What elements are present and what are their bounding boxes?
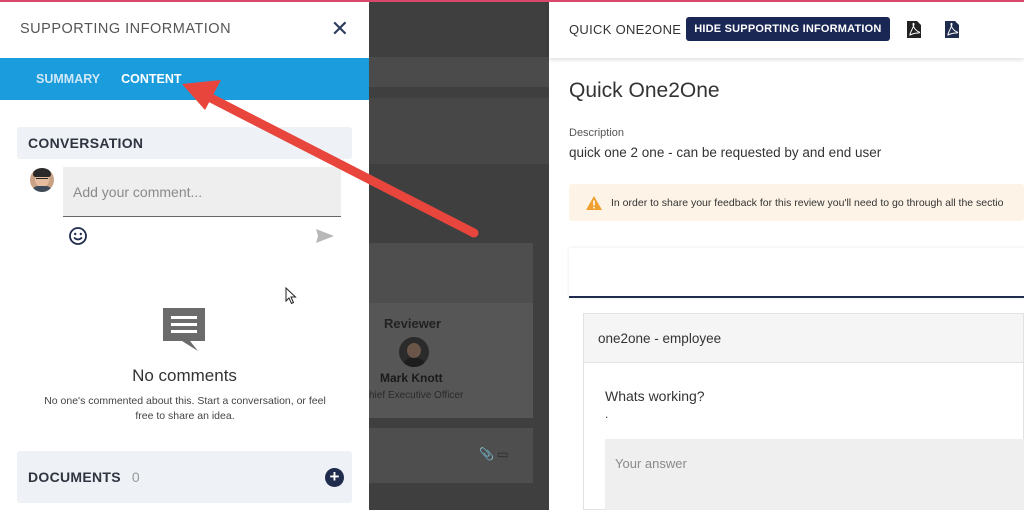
- tab-summary[interactable]: SUMMARY: [36, 72, 100, 86]
- question-label: Whats working?: [605, 388, 705, 404]
- review-panel: QUICK ONE2ONE HIDE SUPPORTING INFORMATIO…: [549, 0, 1024, 510]
- comment-input[interactable]: [63, 167, 341, 217]
- reviewer-name: Mark Knott: [380, 371, 443, 385]
- review-title: Quick One2One: [569, 79, 720, 102]
- mouse-cursor-icon: [285, 287, 297, 305]
- panel-header: SUPPORTING INFORMATION ✕: [0, 0, 369, 58]
- emoji-icon[interactable]: [68, 226, 88, 246]
- comment-bubble-icon: [163, 308, 205, 351]
- conversation-heading: CONVERSATION: [28, 135, 144, 151]
- pdf-export-icon[interactable]: [944, 20, 960, 39]
- top-accent-line: [0, 0, 1024, 2]
- send-icon[interactable]: [315, 228, 335, 244]
- review-card: [569, 248, 1024, 298]
- reviewer-label: Reviewer: [384, 316, 442, 331]
- avatar: [30, 168, 54, 192]
- attachment-icon: 📎 ▭: [479, 447, 509, 461]
- warning-banner: In order to share your feedback for this…: [569, 184, 1024, 221]
- supporting-info-panel: SUPPORTING INFORMATION ✕ SUMMARY CONTENT…: [0, 0, 369, 510]
- tab-bar: SUMMARY CONTENT: [0, 58, 369, 100]
- panel-title: SUPPORTING INFORMATION: [20, 21, 232, 37]
- documents-heading: DOCUMENTS: [28, 469, 121, 485]
- empty-state-text: No one's commented about this. Start a c…: [44, 395, 326, 422]
- empty-state-title: No comments: [132, 366, 237, 385]
- hide-supporting-info-button[interactable]: HIDE SUPPORTING INFORMATION: [686, 17, 890, 41]
- section-title: one2one - employee: [584, 314, 1023, 363]
- reviewer-role: hief Executive Officer: [369, 390, 464, 401]
- warning-icon: [586, 195, 602, 210]
- warning-text: In order to share your feedback for this…: [611, 196, 1004, 209]
- dimmed-background: Reviewer Mark Knott hief Executive Offic…: [369, 0, 549, 510]
- add-document-button[interactable]: +: [325, 468, 344, 487]
- bg-band: [369, 98, 549, 164]
- reviewer-avatar: [399, 337, 429, 367]
- documents-count: 0: [131, 469, 140, 485]
- description-label: Description: [569, 127, 625, 139]
- review-section: one2one - employee Whats working? .: [583, 313, 1024, 510]
- answer-input[interactable]: [605, 439, 1024, 510]
- bg-band: [369, 57, 549, 87]
- pdf-icon[interactable]: [906, 20, 922, 39]
- close-icon[interactable]: ✕: [331, 18, 349, 40]
- review-header: QUICK ONE2ONE HIDE SUPPORTING INFORMATIO…: [549, 0, 1024, 58]
- description-text: quick one 2 one - can be requested by an…: [569, 145, 882, 160]
- review-header-title: QUICK ONE2ONE: [569, 21, 682, 37]
- conversation-header: CONVERSATION: [17, 127, 352, 159]
- tab-content[interactable]: CONTENT: [121, 72, 181, 86]
- documents-header: DOCUMENTS 0 +: [17, 451, 352, 503]
- question-hint: .: [605, 407, 609, 421]
